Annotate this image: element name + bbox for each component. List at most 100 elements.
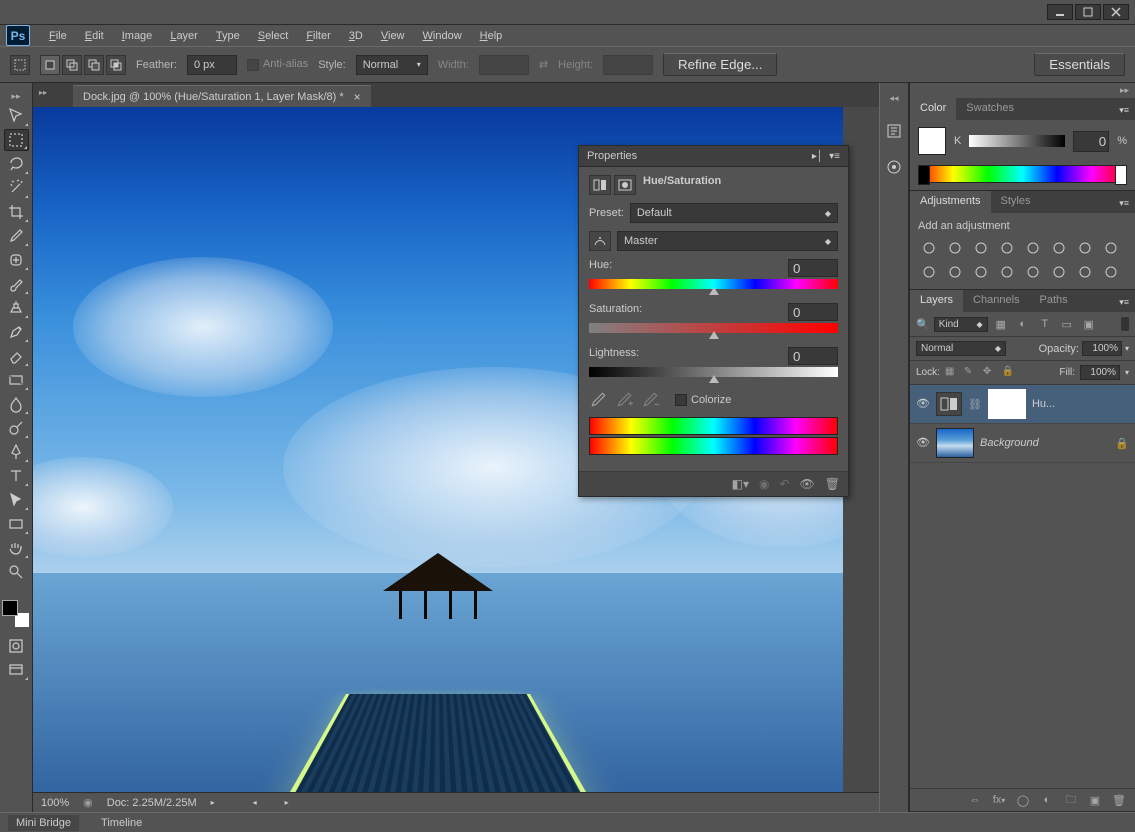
preset-select[interactable]: Default◆ xyxy=(630,203,838,223)
menu-type[interactable]: Type xyxy=(207,27,249,45)
layer-thumb[interactable] xyxy=(936,428,974,458)
zoom-level[interactable]: 100% xyxy=(41,797,69,809)
tab-timeline[interactable]: Timeline xyxy=(93,815,150,831)
hscroll-left-icon[interactable]: ◂ xyxy=(253,798,257,807)
adjustments-flyout-icon[interactable]: ▾≡ xyxy=(1113,194,1135,213)
lasso-tool[interactable] xyxy=(4,153,29,175)
targeted-adjustment-icon[interactable] xyxy=(589,231,611,251)
foreground-color-swatch[interactable] xyxy=(918,127,946,155)
layer-visibility-icon[interactable]: 👁 xyxy=(916,397,930,411)
document-tab[interactable]: Dock.jpg @ 100% (Hue/Saturation 1, Layer… xyxy=(73,85,371,107)
blur-tool[interactable] xyxy=(4,393,29,415)
channel-select[interactable]: Master◆ xyxy=(617,231,838,251)
menu-view[interactable]: View xyxy=(372,27,414,45)
adjustment-hue-saturation-icon[interactable] xyxy=(1048,238,1070,258)
filter-adjustment-icon[interactable]: ◐ xyxy=(1014,316,1032,332)
doctab-handle-icon[interactable]: ▸▸ xyxy=(39,88,47,97)
saturation-value-input[interactable] xyxy=(788,303,838,321)
adjustment-exposure-icon[interactable] xyxy=(996,238,1018,258)
adjustment-levels-icon[interactable] xyxy=(944,238,966,258)
zoom-tool[interactable] xyxy=(4,561,29,583)
selection-new-icon[interactable] xyxy=(40,55,60,75)
crop-tool[interactable] xyxy=(4,201,29,223)
adjustment-color-lookup-icon[interactable] xyxy=(970,262,992,282)
new-group-icon[interactable]: 🗀 xyxy=(1063,793,1079,807)
menu-image[interactable]: Image xyxy=(113,27,162,45)
layer-adjustment-thumb[interactable] xyxy=(936,392,962,416)
brush-tool[interactable] xyxy=(4,273,29,295)
menu-layer[interactable]: Layer xyxy=(161,27,207,45)
screen-mode-tool[interactable] xyxy=(4,659,29,681)
lightness-value-input[interactable] xyxy=(788,347,838,365)
adjustment-color-balance-icon[interactable] xyxy=(1074,238,1096,258)
quick-mask-tool[interactable] xyxy=(4,635,29,657)
clip-to-layer-icon[interactable]: ◧▾ xyxy=(732,477,749,491)
lock-position-icon[interactable]: ✥ xyxy=(983,366,997,380)
clone-stamp-tool[interactable] xyxy=(4,297,29,319)
move-tool[interactable] xyxy=(4,105,29,127)
doc-info[interactable]: Doc: 2.25M/2.25M xyxy=(107,797,197,809)
adjustment-brightness-icon[interactable] xyxy=(918,238,940,258)
lock-pixels-icon[interactable]: ✎ xyxy=(964,366,978,380)
reset-icon[interactable]: ↶ xyxy=(779,477,789,491)
delete-layer-icon[interactable]: 🗑 xyxy=(1111,793,1127,807)
gradient-tool[interactable] xyxy=(4,369,29,391)
document-tab-close-icon[interactable]: × xyxy=(354,90,361,104)
adjustment-curves-icon[interactable] xyxy=(970,238,992,258)
tab-styles[interactable]: Styles xyxy=(991,191,1041,213)
eyedropper-icon[interactable] xyxy=(589,391,607,409)
hue-value-input[interactable] xyxy=(788,259,838,277)
path-selection-tool[interactable] xyxy=(4,489,29,511)
toolbox-expand-icon[interactable]: ▸▸ xyxy=(0,89,32,104)
dockstrip-expand-icon[interactable]: ◂◂ xyxy=(889,91,898,106)
tab-color[interactable]: Color xyxy=(910,98,956,120)
foreground-background-swatch[interactable] xyxy=(2,600,30,628)
adjustment-vibrance-icon[interactable] xyxy=(1022,238,1044,258)
tab-minibridge[interactable]: Mini Bridge xyxy=(8,815,79,831)
window-minimize-button[interactable] xyxy=(1047,4,1073,20)
new-adjustment-icon[interactable]: ◐ xyxy=(1039,793,1055,807)
delete-adjustment-icon[interactable]: 🗑 xyxy=(825,477,840,491)
adjustment-gradient-map-icon[interactable] xyxy=(1100,262,1122,282)
healing-brush-tool[interactable] xyxy=(4,249,29,271)
menu-edit[interactable]: Edit xyxy=(76,27,113,45)
feather-input[interactable] xyxy=(187,55,237,75)
selection-intersect-icon[interactable] xyxy=(106,55,126,75)
menu-3d[interactable]: 3D xyxy=(340,27,372,45)
zoom-preset-icon[interactable]: ◉ xyxy=(83,796,93,809)
fill-input[interactable] xyxy=(1080,365,1120,380)
menu-help[interactable]: Help xyxy=(471,27,512,45)
adjustment-selective-color-icon[interactable] xyxy=(1074,262,1096,282)
color-flyout-icon[interactable]: ▾≡ xyxy=(1113,101,1135,120)
opacity-input[interactable] xyxy=(1082,341,1122,356)
eyedropper-sub-icon[interactable] xyxy=(641,391,659,409)
eyedropper-tool[interactable] xyxy=(4,225,29,247)
filter-type-icon[interactable]: T xyxy=(1036,316,1054,332)
mask-icon[interactable] xyxy=(614,175,636,195)
rightpanels-collapse-icon[interactable]: ▸▸ xyxy=(910,83,1135,98)
color-ramp[interactable] xyxy=(918,165,1127,183)
view-previous-icon[interactable]: ◉ xyxy=(759,477,769,491)
opacity-flyout-icon[interactable]: ▾ xyxy=(1125,344,1129,353)
window-close-button[interactable] xyxy=(1103,4,1129,20)
filter-smart-icon[interactable]: ▣ xyxy=(1080,316,1098,332)
selection-add-icon[interactable] xyxy=(62,55,82,75)
adjustment-photo-filter-icon[interactable] xyxy=(918,262,940,282)
doc-info-flyout-icon[interactable]: ▸ xyxy=(211,798,215,807)
visibility-icon[interactable]: 👁 xyxy=(800,477,815,491)
hand-tool[interactable] xyxy=(4,537,29,559)
layers-flyout-icon[interactable]: ▾≡ xyxy=(1113,293,1135,312)
adjustment-channel-mixer-icon[interactable] xyxy=(944,262,966,282)
layer-filter-select[interactable]: Kind◆ xyxy=(934,317,988,332)
properties-flyout-icon[interactable]: ▾≡ xyxy=(829,151,840,162)
eraser-tool[interactable] xyxy=(4,345,29,367)
layer-visibility-icon[interactable]: 👁 xyxy=(916,436,930,450)
layer-link-icon[interactable]: ⛓ xyxy=(968,398,982,411)
tab-channels[interactable]: Channels xyxy=(963,290,1029,312)
window-maximize-button[interactable] xyxy=(1075,4,1101,20)
blend-mode-select[interactable]: Normal◆ xyxy=(916,341,1006,356)
menu-window[interactable]: Window xyxy=(414,27,471,45)
k-slider[interactable] xyxy=(969,135,1065,147)
layer-mask-thumb[interactable] xyxy=(988,389,1026,419)
layer-item[interactable]: 👁 ⛓ Hu... xyxy=(910,385,1135,424)
